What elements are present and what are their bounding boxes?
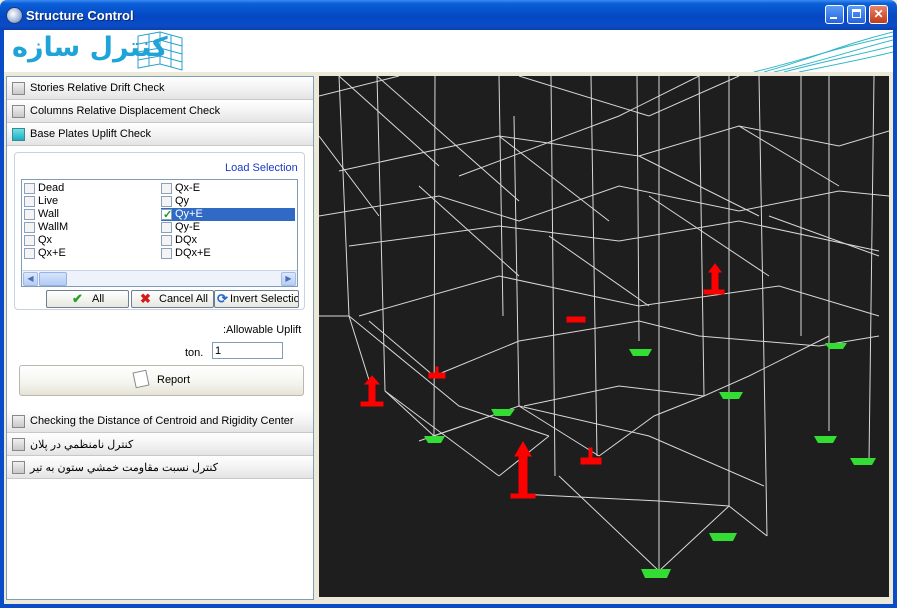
- list-item[interactable]: Live: [24, 195, 158, 208]
- checkbox[interactable]: [161, 183, 172, 194]
- checkbox[interactable]: [161, 235, 172, 246]
- banner-logo-icon: [137, 31, 183, 71]
- scroll-right-icon[interactable]: ▶: [281, 272, 296, 286]
- title-bar: Structure Control ✕: [0, 0, 897, 30]
- section-label: Columns Relative Displacement Check: [30, 105, 221, 117]
- checkbox[interactable]: [161, 222, 172, 233]
- window-title: Structure Control: [26, 8, 134, 23]
- list-item[interactable]: Qy: [161, 195, 295, 208]
- list-item[interactable]: WallM: [24, 221, 158, 234]
- checkbox[interactable]: [24, 183, 35, 194]
- checkbox[interactable]: [161, 196, 172, 207]
- minimize-icon: [826, 6, 843, 23]
- section-toggle-icon: [12, 438, 25, 451]
- checkbox-checked[interactable]: ✓: [161, 209, 172, 221]
- banner-wave-decoration: [753, 31, 893, 72]
- section-base-plates-uplift[interactable]: Base Plates Uplift Check: [7, 123, 313, 146]
- ton-label: ton.: [185, 347, 204, 359]
- list-item[interactable]: Qx: [24, 234, 158, 247]
- uplift-markers: [360, 263, 725, 499]
- section-toggle-icon: [12, 128, 25, 141]
- load-selection-title: Load Selection: [223, 162, 300, 174]
- maximize-icon: [848, 6, 865, 23]
- minimize-button[interactable]: [825, 5, 844, 24]
- list-item[interactable]: Qy-E: [161, 221, 295, 234]
- section-stories-drift[interactable]: Stories Relative Drift Check: [7, 77, 313, 100]
- checkbox[interactable]: [24, 235, 35, 246]
- checkbox[interactable]: [24, 196, 35, 207]
- section-label: Checking the Distance of Centroid and Ri…: [30, 415, 294, 427]
- check-icon: ✔: [72, 291, 83, 306]
- list-item-selected[interactable]: ✓ Qy+E: [161, 208, 295, 221]
- report-button[interactable]: Report: [19, 365, 304, 396]
- section-toggle-icon: [12, 461, 25, 474]
- section-toggle-icon: [12, 105, 25, 118]
- list-item[interactable]: Qx-E: [161, 182, 295, 195]
- section-label: Stories Relative Drift Check: [30, 82, 165, 94]
- section-label: کنترل نامنظمي در پلان: [30, 439, 134, 451]
- cancel-all-button[interactable]: ✖ Cancel All: [131, 290, 214, 308]
- list-item[interactable]: Qx+E: [24, 247, 158, 260]
- checkbox[interactable]: [24, 209, 35, 220]
- scroll-thumb[interactable]: [39, 272, 67, 286]
- invert-selection-button[interactable]: ⟳ Invert Selection: [214, 290, 299, 308]
- allowable-uplift-label: :Allowable Uplift: [223, 324, 302, 336]
- list-item[interactable]: Dead: [24, 182, 158, 195]
- section-plan-irregularity[interactable]: کنترل نامنظمي در پلان: [7, 433, 313, 456]
- checkbox[interactable]: [24, 222, 35, 233]
- maximize-button[interactable]: [847, 5, 866, 24]
- refresh-icon: ⟳: [217, 291, 228, 306]
- section-toggle-icon: [12, 415, 25, 428]
- horizontal-scrollbar[interactable]: ◀ ▶: [22, 270, 297, 286]
- structure-3d-viewport[interactable]: [319, 76, 889, 597]
- report-icon: [132, 369, 150, 389]
- close-icon: ✕: [873, 7, 884, 21]
- app-icon[interactable]: [6, 7, 23, 24]
- load-list[interactable]: Dead Live Wall WallM Qx Qx+E Qx-E Qy ✓ Qy…: [21, 179, 298, 287]
- section-column-beam-ratio[interactable]: کنترل نسبت مقاومت خمشي ستون به تير: [7, 456, 313, 479]
- section-columns-displacement[interactable]: Columns Relative Displacement Check: [7, 100, 313, 123]
- list-item[interactable]: Wall: [24, 208, 158, 221]
- allowable-uplift-input[interactable]: [212, 342, 283, 359]
- left-panel: Stories Relative Drift Check Columns Rel…: [6, 76, 314, 600]
- banner: کنترل سازه: [4, 30, 893, 72]
- uplift-panel: Load Selection Dead Live Wall WallM Qx Q…: [7, 146, 313, 410]
- section-toggle-icon: [12, 82, 25, 95]
- section-centroid-rigidity[interactable]: Checking the Distance of Centroid and Ri…: [7, 410, 313, 433]
- close-button[interactable]: ✕: [869, 5, 888, 24]
- section-label: کنترل نسبت مقاومت خمشي ستون به تير: [30, 462, 218, 474]
- cross-icon: ✖: [140, 291, 151, 306]
- select-all-button[interactable]: ✔ All: [46, 290, 129, 308]
- section-label: Base Plates Uplift Check: [30, 128, 152, 140]
- ok-markers: [424, 343, 876, 578]
- checkbox[interactable]: [24, 248, 35, 259]
- list-item[interactable]: DQx: [161, 234, 295, 247]
- scroll-left-icon[interactable]: ◀: [23, 272, 38, 286]
- checkbox[interactable]: [161, 248, 172, 259]
- list-item[interactable]: DQx+E: [161, 247, 295, 260]
- structure-wireframe: [319, 76, 889, 578]
